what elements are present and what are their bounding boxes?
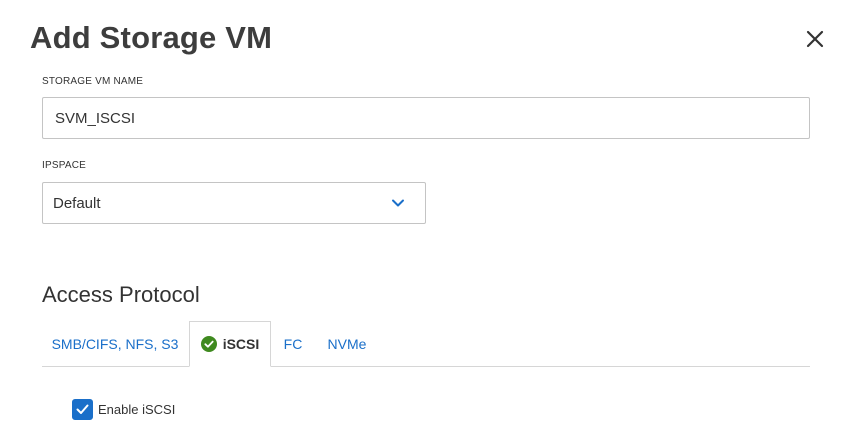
storage-vm-name-input[interactable] bbox=[42, 97, 810, 139]
close-button[interactable] bbox=[804, 28, 826, 50]
ipspace-select[interactable]: Default bbox=[42, 182, 426, 224]
tab-label: FC bbox=[283, 336, 303, 352]
check-circle-icon bbox=[200, 336, 217, 352]
enable-iscsi-checkbox[interactable] bbox=[72, 398, 93, 420]
tab-iscsi[interactable]: iSCSI bbox=[189, 321, 271, 367]
protocol-tabs: SMB/CIFS, NFS, S3 iSCSI FC NVMe bbox=[42, 321, 810, 367]
tab-label: iSCSI bbox=[222, 336, 260, 352]
chevron-down-icon bbox=[392, 199, 404, 207]
tab-label: SMB/CIFS, NFS, S3 bbox=[51, 336, 179, 352]
close-icon bbox=[806, 30, 824, 48]
enable-iscsi-row: Enable iSCSI bbox=[72, 398, 175, 420]
checkmark-icon bbox=[76, 404, 89, 414]
tab-smb-cifs-nfs-s3[interactable]: SMB/CIFS, NFS, S3 bbox=[42, 321, 188, 367]
ipspace-label: IPSPACE bbox=[42, 160, 87, 171]
tab-nvme[interactable]: NVMe bbox=[322, 321, 372, 367]
tab-label: NVMe bbox=[327, 336, 367, 352]
ipspace-selected-value: Default bbox=[53, 194, 101, 212]
enable-iscsi-label[interactable]: Enable iSCSI bbox=[98, 402, 175, 417]
tab-fc[interactable]: FC bbox=[280, 321, 306, 367]
add-storage-vm-dialog: Add Storage VM STORAGE VM NAME IPSPACE D… bbox=[0, 0, 856, 438]
access-protocol-heading: Access Protocol bbox=[42, 282, 200, 307]
dialog-title: Add Storage VM bbox=[30, 20, 273, 55]
storage-vm-name-label: STORAGE VM NAME bbox=[42, 76, 144, 87]
